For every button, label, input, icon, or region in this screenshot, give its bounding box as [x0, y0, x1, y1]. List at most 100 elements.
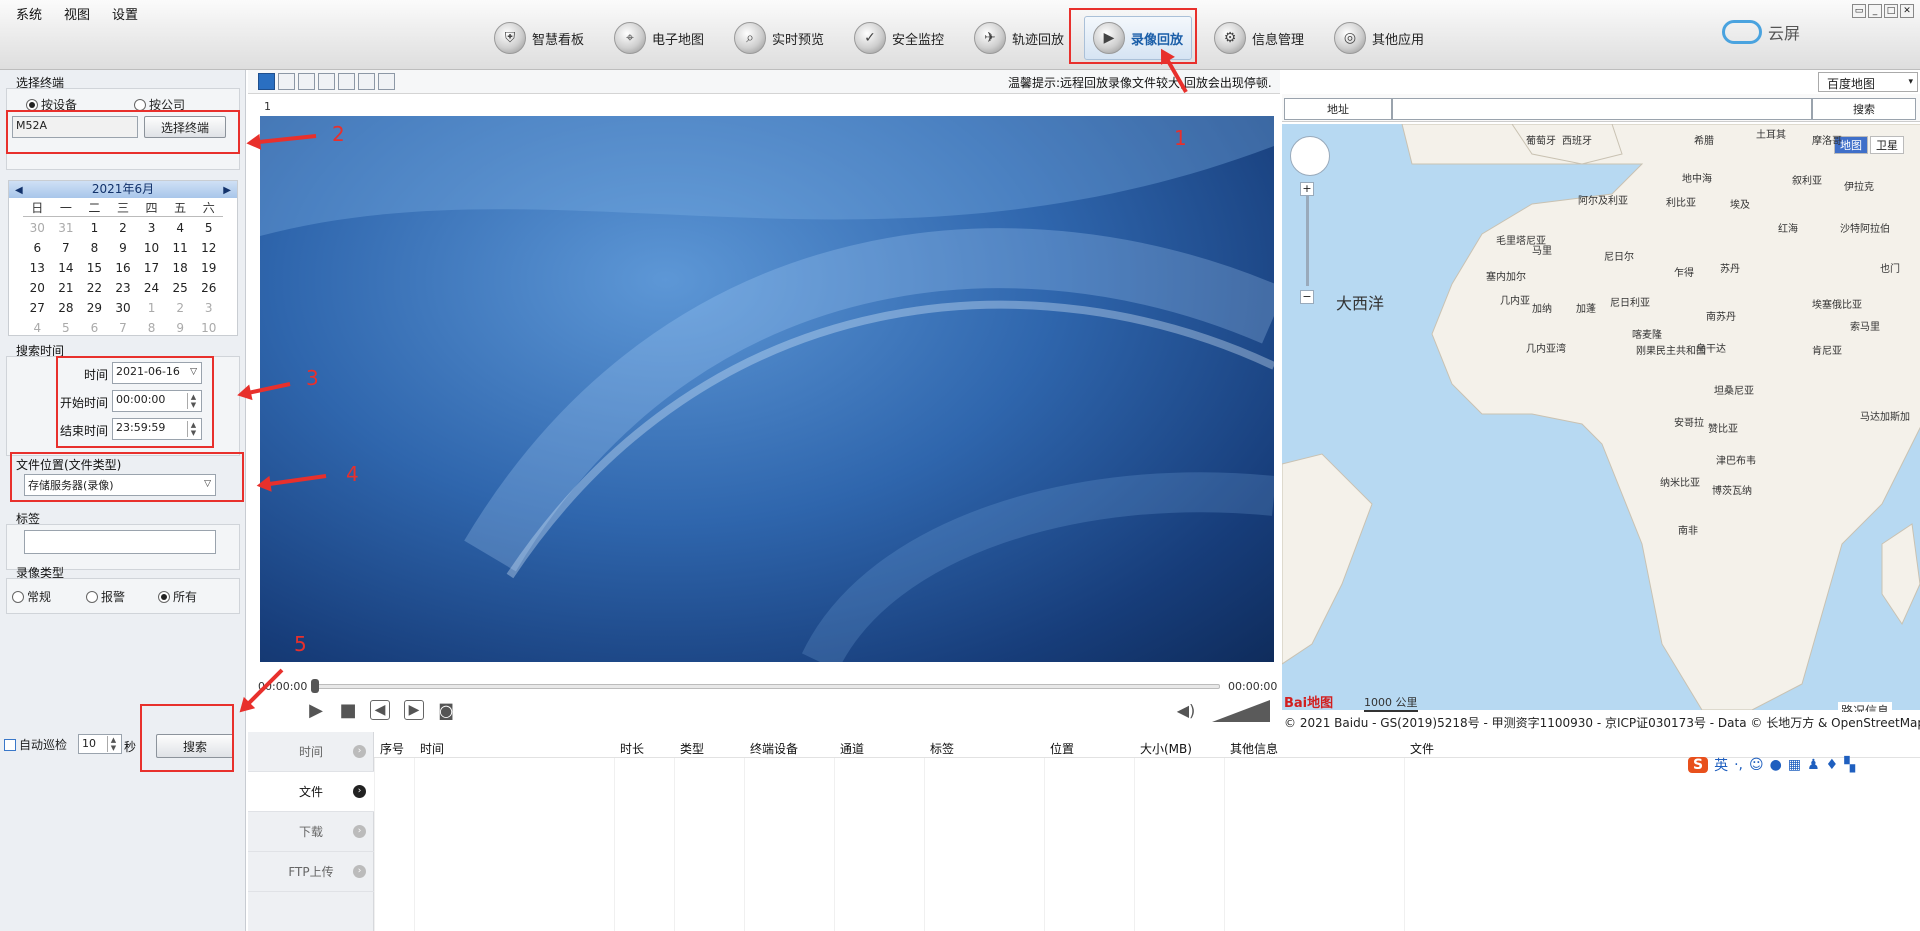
stop-icon[interactable]: ■: [338, 700, 358, 721]
layout-8-icon[interactable]: [338, 73, 355, 90]
skin-icon[interactable]: ♦: [1826, 757, 1839, 773]
calendar-day[interactable]: 21: [52, 279, 81, 297]
calendar-day[interactable]: 12: [194, 239, 223, 257]
calendar-day[interactable]: 7: [109, 319, 138, 337]
calendar-day[interactable]: 7: [52, 239, 81, 257]
layout-9-icon[interactable]: [358, 73, 375, 90]
radio-all[interactable]: 所有: [158, 588, 197, 605]
calendar-day[interactable]: 18: [166, 259, 195, 277]
calendar-day[interactable]: 20: [23, 279, 52, 297]
calendar-day[interactable]: 16: [109, 259, 138, 277]
calendar-day[interactable]: 25: [166, 279, 195, 297]
calendar-day[interactable]: 5: [194, 219, 223, 237]
calendar-day[interactable]: 30: [109, 299, 138, 317]
nav-other-apps[interactable]: ◎ 其他应用: [1334, 16, 1424, 60]
emoji-icon[interactable]: ☺: [1749, 757, 1764, 773]
calendar-day[interactable]: 6: [80, 319, 109, 337]
nav-live-preview[interactable]: ⌕ 实时预览: [734, 16, 824, 60]
window-minimize-icon[interactable]: _: [1868, 4, 1882, 18]
nav-security[interactable]: ✓ 安全监控: [854, 16, 944, 60]
step-back-icon[interactable]: ◀: [370, 700, 390, 720]
progress-handle[interactable]: [311, 679, 319, 693]
column-header[interactable]: 文件: [1410, 740, 1434, 757]
calendar-day[interactable]: 31: [52, 219, 81, 237]
column-header[interactable]: 终端设备: [750, 740, 798, 757]
satellite-tab[interactable]: 卫星: [1870, 136, 1904, 154]
column-header[interactable]: 大小(MB): [1140, 740, 1192, 757]
calendar-day[interactable]: 3: [137, 219, 166, 237]
menu-system[interactable]: 系统: [16, 4, 42, 23]
calendar-day[interactable]: 8: [137, 319, 166, 337]
nav-map[interactable]: ⌖ 电子地图: [614, 16, 704, 60]
column-header[interactable]: 标签: [930, 740, 954, 757]
volume-level[interactable]: [1212, 700, 1270, 722]
nav-track-playback[interactable]: ✈ 轨迹回放: [974, 16, 1064, 60]
column-header[interactable]: 通道: [840, 740, 864, 757]
calendar-day[interactable]: 4: [166, 219, 195, 237]
prev-month-icon[interactable]: ◀: [15, 182, 23, 199]
calendar-day[interactable]: 17: [137, 259, 166, 277]
calendar-day[interactable]: 30: [23, 219, 52, 237]
tab-file[interactable]: 文件 ›: [248, 772, 374, 812]
tab-time[interactable]: 时间 ›: [248, 732, 374, 772]
layout-6-icon[interactable]: [318, 73, 335, 90]
camera-icon[interactable]: ◙: [436, 700, 456, 720]
map-search-button[interactable]: 搜索: [1812, 98, 1916, 120]
calendar-day[interactable]: 26: [194, 279, 223, 297]
column-header[interactable]: 其他信息: [1230, 740, 1278, 757]
zoom-in-icon[interactable]: +: [1300, 182, 1314, 196]
menu-settings[interactable]: 设置: [112, 4, 138, 23]
map-type-select[interactable]: 百度地图 ▾: [1818, 72, 1918, 92]
calendar-day[interactable]: 13: [23, 259, 52, 277]
tab-ftp-upload[interactable]: FTP上传 ›: [248, 852, 374, 892]
calendar-day[interactable]: 27: [23, 299, 52, 317]
zoom-out-icon[interactable]: −: [1300, 290, 1314, 304]
calendar-day[interactable]: 28: [52, 299, 81, 317]
calendar-day[interactable]: 14: [52, 259, 81, 277]
calendar-day[interactable]: 1: [80, 219, 109, 237]
calendar-day[interactable]: 9: [166, 319, 195, 337]
video-viewport[interactable]: [260, 116, 1274, 662]
step-forward-icon[interactable]: ▶: [404, 700, 424, 720]
nav-info-management[interactable]: ⚙ 信息管理: [1214, 16, 1304, 60]
calendar-day[interactable]: 2: [109, 219, 138, 237]
column-header[interactable]: 类型: [680, 740, 704, 757]
auto-patrol-checkbox[interactable]: 自动巡检: [4, 736, 67, 753]
volume-icon[interactable]: ◀): [1176, 700, 1196, 720]
calendar-day[interactable]: 10: [137, 239, 166, 257]
calendar-day[interactable]: 22: [80, 279, 109, 297]
window-maximize-icon[interactable]: □: [1884, 4, 1898, 18]
calendar-day[interactable]: 6: [23, 239, 52, 257]
user-icon[interactable]: ♟: [1807, 757, 1820, 773]
calendar-day[interactable]: 29: [80, 299, 109, 317]
tag-input[interactable]: [24, 530, 216, 554]
calendar-day[interactable]: 9: [109, 239, 138, 257]
layout-2-icon[interactable]: [278, 73, 295, 90]
window-close-icon[interactable]: ✕: [1900, 4, 1914, 18]
window-restore-icon[interactable]: ▭: [1852, 4, 1866, 18]
grid-icon[interactable]: ▚: [1844, 757, 1855, 773]
ime-language[interactable]: 英: [1714, 755, 1728, 775]
column-header[interactable]: 序号: [380, 740, 404, 757]
keyboard-icon[interactable]: ▦: [1788, 757, 1801, 773]
map-pan-control[interactable]: [1290, 136, 1330, 176]
layout-4-icon[interactable]: [298, 73, 315, 90]
calendar-day[interactable]: 1: [137, 299, 166, 317]
calendar-day[interactable]: 10: [194, 319, 223, 337]
column-header[interactable]: 位置: [1050, 740, 1074, 757]
calendar-day[interactable]: 2: [166, 299, 195, 317]
tab-download[interactable]: 下载 ›: [248, 812, 374, 852]
menu-view[interactable]: 视图: [64, 4, 90, 23]
calendar-day[interactable]: 19: [194, 259, 223, 277]
calendar-day[interactable]: 11: [166, 239, 195, 257]
progress-track[interactable]: [316, 684, 1220, 689]
calendar-day[interactable]: 15: [80, 259, 109, 277]
punctuation-icon[interactable]: ·,: [1734, 757, 1743, 773]
spinner-icon[interactable]: ▲ ▼: [107, 736, 119, 752]
column-header[interactable]: 时间: [420, 740, 444, 757]
layout-1-icon[interactable]: [258, 73, 275, 90]
calendar-day[interactable]: 23: [109, 279, 138, 297]
patrol-interval-stepper[interactable]: 10 ▲ ▼: [78, 734, 122, 754]
calendar-day[interactable]: 5: [52, 319, 81, 337]
mic-icon[interactable]: ●: [1770, 757, 1782, 773]
